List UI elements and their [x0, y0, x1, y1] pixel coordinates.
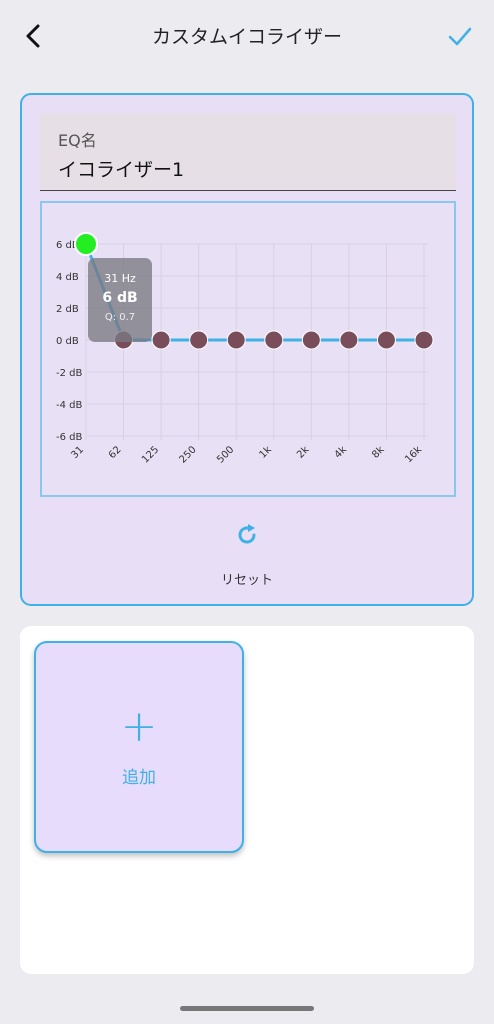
y-tick-label: -2 dB [56, 368, 82, 379]
y-tick-label: 4 dB [56, 272, 79, 283]
y-tick-label: -6 dB [56, 432, 82, 443]
eq-band-point[interactable] [301, 330, 321, 350]
y-tick-label: 2 dB [56, 304, 79, 315]
y-tick-label: -4 dB [56, 400, 82, 411]
top-bar: カスタムイコライザー [0, 0, 494, 72]
y-tick-label: 0 dB [56, 336, 79, 347]
eq-band-point[interactable] [74, 232, 98, 256]
checkmark-icon [448, 27, 472, 46]
eq-band-point[interactable] [226, 330, 246, 350]
eq-band-point[interactable] [414, 330, 434, 350]
eq-band-point[interactable] [151, 330, 171, 350]
reset-button[interactable] [22, 521, 472, 553]
equalizer-card: EQ名 イコライザー1 6 dB 4 dB 2 dB 0 dB -2 dB -4 dB -6… [20, 93, 474, 606]
x-tick-label: 500 [215, 444, 236, 465]
x-tick-label: 8k [370, 444, 387, 461]
refresh-icon [238, 524, 256, 544]
x-tick-label: 62 [107, 444, 124, 461]
tooltip-freq: 31 Hz [104, 272, 136, 285]
x-tick-label: 1k [258, 444, 275, 461]
eq-band-point[interactable] [339, 330, 359, 350]
preset-panel: + 追加 [20, 626, 474, 974]
tooltip-q: Q: 0.7 [105, 312, 135, 323]
eq-chart-svg[interactable]: 6 dB 4 dB 2 dB 0 dB -2 dB -4 dB -6 dB31 62 125 25… [42, 203, 454, 495]
eq-name-field[interactable]: EQ名 イコライザー1 [40, 113, 456, 191]
add-label: 追加 [122, 768, 156, 788]
x-tick-label: 16k [403, 444, 424, 465]
tooltip-gain: 6 dB [102, 290, 137, 306]
x-tick-label: 4k [333, 444, 350, 461]
x-tick-label: 250 [178, 444, 199, 465]
plus-icon: + [120, 701, 158, 752]
eq-name-label: EQ名 [58, 131, 97, 150]
page-title: カスタムイコライザー [151, 26, 342, 48]
x-tick-label: 2k [295, 444, 312, 461]
home-indicator [180, 1006, 314, 1011]
save-button[interactable] [444, 20, 476, 52]
eq-band-point[interactable] [376, 330, 396, 350]
eq-chart[interactable]: 6 dB 4 dB 2 dB 0 dB -2 dB -4 dB -6 dB 31 62 125 25… [40, 201, 456, 497]
x-tick-label: 125 [140, 444, 161, 465]
x-tick-label: 31 [69, 444, 86, 461]
reset-label: リセット [220, 573, 273, 588]
eq-band-point[interactable] [189, 330, 209, 350]
add-preset-button[interactable]: + 追加 [34, 641, 244, 853]
eq-name-value[interactable]: イコライザー1 [58, 155, 184, 182]
eq-band-point[interactable] [264, 330, 284, 350]
